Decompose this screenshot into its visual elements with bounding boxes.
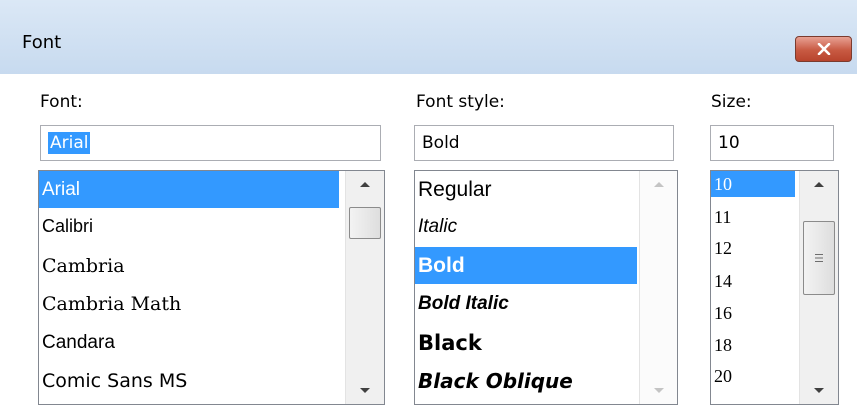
size-list-item[interactable]: 18 bbox=[711, 332, 795, 358]
font-list-item[interactable]: Comic Sans MS bbox=[39, 362, 339, 399]
font-list-item[interactable]: Cambria Math bbox=[39, 285, 339, 322]
font-style-list-item[interactable]: Black bbox=[415, 324, 637, 361]
size-list-scrollbar[interactable] bbox=[799, 171, 838, 404]
font-listbox[interactable]: Arial Calibri Cambria Cambria Math Canda… bbox=[38, 170, 385, 405]
size-list-item[interactable]: 12 bbox=[711, 235, 795, 261]
scroll-down-arrow-icon bbox=[653, 388, 664, 393]
font-style-list-item[interactable]: Regular bbox=[415, 171, 637, 208]
scroll-grip-icon bbox=[815, 254, 823, 262]
font-style-label: Font style: bbox=[416, 92, 505, 112]
font-list-item[interactable]: Cambria bbox=[39, 247, 339, 284]
font-list-scrollbar[interactable] bbox=[345, 171, 384, 404]
scroll-down-arrow-icon bbox=[360, 388, 370, 393]
size-label: Size: bbox=[711, 92, 752, 112]
font-name-input-text: Arial bbox=[48, 132, 91, 154]
scroll-down-button bbox=[640, 378, 677, 404]
size-list-item[interactable]: 20 bbox=[711, 363, 795, 389]
size-list-item[interactable]: 16 bbox=[711, 300, 795, 326]
close-button[interactable] bbox=[795, 36, 852, 62]
font-list-item[interactable]: Candara bbox=[39, 324, 339, 361]
font-style-list-item[interactable]: Bold Italic bbox=[415, 285, 637, 322]
dialog-body: Font: Arial Arial Calibri Cambria Cambri… bbox=[0, 74, 857, 411]
scroll-thumb[interactable] bbox=[803, 221, 835, 295]
size-input[interactable]: 10 bbox=[710, 125, 834, 161]
size-input-text: 10 bbox=[718, 133, 740, 153]
scroll-up-button[interactable] bbox=[800, 171, 838, 197]
scroll-up-arrow-icon bbox=[814, 182, 824, 187]
font-style-list-item[interactable]: Italic bbox=[415, 208, 637, 245]
scroll-up-arrow-icon bbox=[360, 182, 370, 187]
title-bar[interactable]: Font bbox=[0, 0, 857, 74]
size-list-item[interactable]: 11 bbox=[711, 204, 795, 230]
font-style-list-item[interactable]: Black Oblique bbox=[415, 362, 637, 399]
scroll-down-arrow-icon bbox=[814, 388, 824, 393]
close-icon bbox=[817, 43, 830, 55]
size-list-item[interactable]: 10 bbox=[711, 171, 795, 197]
font-list-item[interactable]: Arial bbox=[39, 171, 339, 208]
font-name-input[interactable]: Arial bbox=[40, 125, 381, 161]
font-style-input[interactable]: Bold bbox=[414, 125, 674, 161]
scroll-down-button[interactable] bbox=[800, 378, 838, 404]
font-dialog: Font Font: Arial Arial Calibri Cambria C… bbox=[0, 0, 857, 411]
font-list-item[interactable]: Calibri bbox=[39, 208, 339, 245]
scroll-thumb[interactable] bbox=[349, 207, 381, 239]
font-style-input-text: Bold bbox=[422, 133, 460, 153]
size-list-item[interactable]: 14 bbox=[711, 268, 795, 294]
size-listbox[interactable]: 10 11 12 14 16 18 20 bbox=[710, 170, 839, 405]
font-style-listbox[interactable]: Regular Italic Bold Bold Italic Black Bl… bbox=[414, 170, 678, 405]
window-title: Font bbox=[22, 32, 62, 53]
font-label: Font: bbox=[40, 92, 83, 112]
scroll-up-button[interactable] bbox=[346, 171, 384, 197]
font-style-list-item[interactable]: Bold bbox=[415, 247, 637, 284]
font-style-list-scrollbar bbox=[639, 171, 677, 404]
scroll-up-arrow-icon bbox=[653, 182, 664, 187]
scroll-down-button[interactable] bbox=[346, 378, 384, 404]
scroll-up-button bbox=[640, 171, 677, 197]
